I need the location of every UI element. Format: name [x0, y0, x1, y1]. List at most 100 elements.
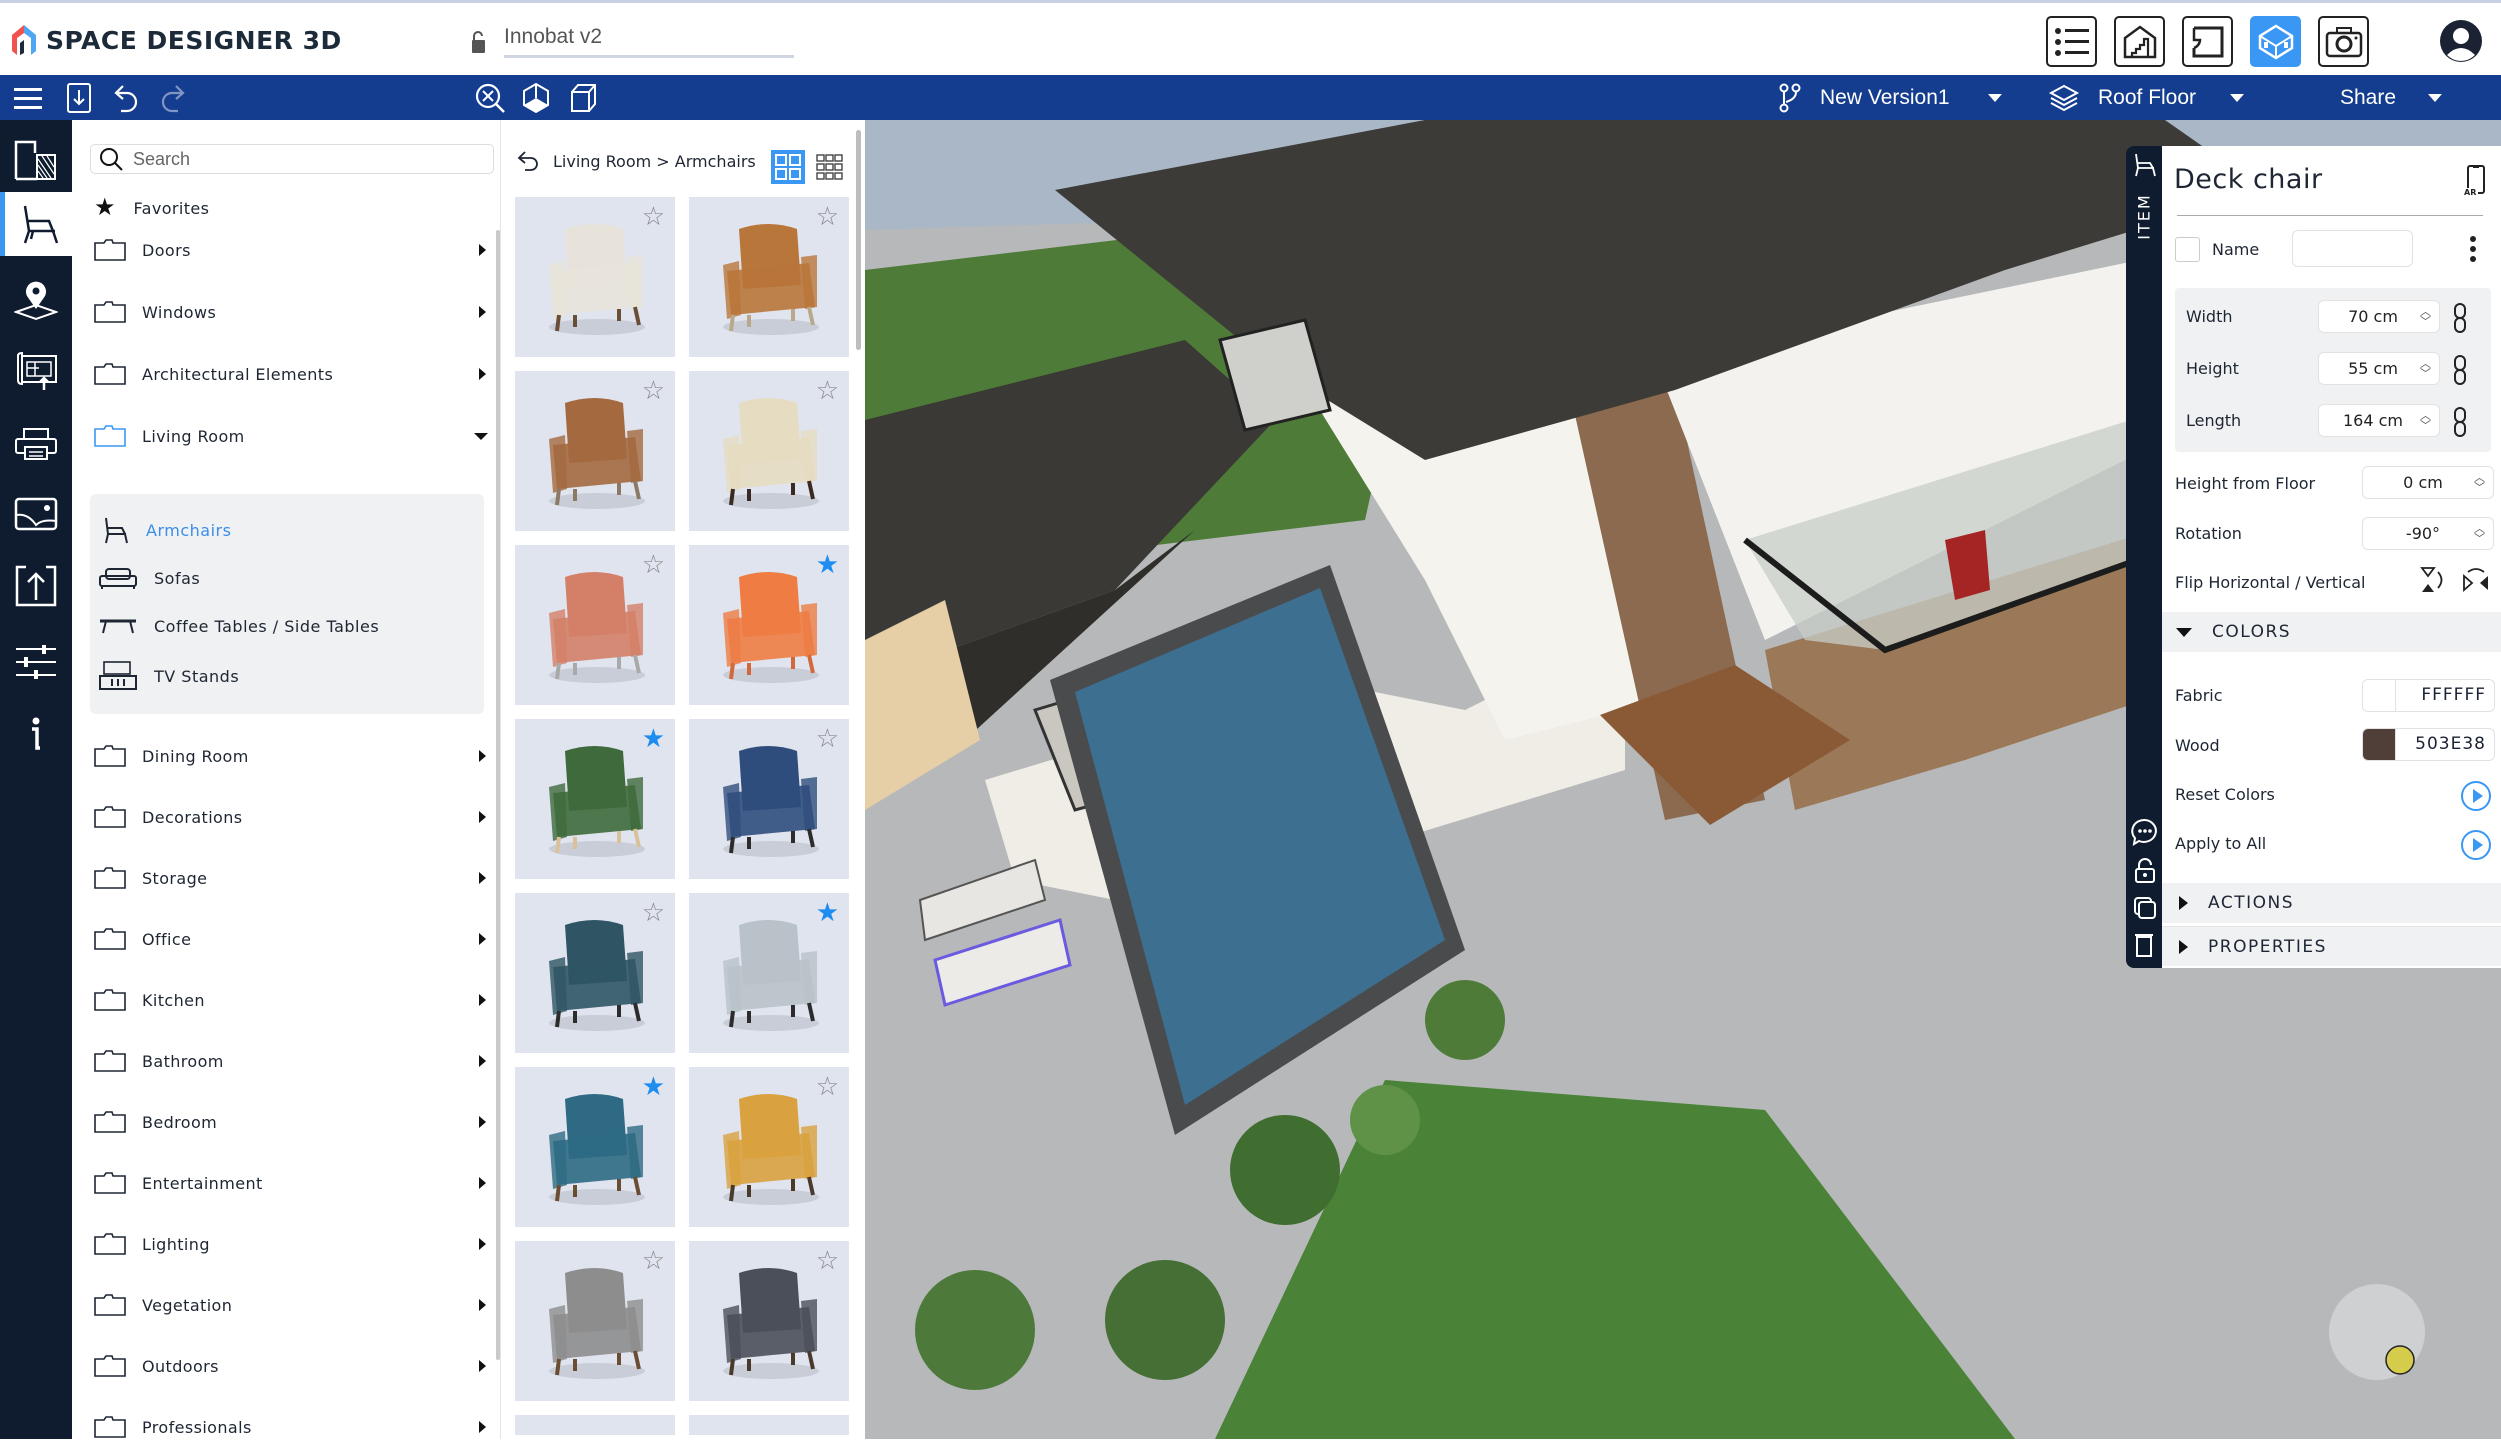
fabric-swatch[interactable]	[2363, 680, 2396, 711]
category-vegetation[interactable]: Vegetation	[94, 1285, 486, 1325]
star-filled-icon[interactable]: ★	[816, 551, 839, 577]
project-name-input[interactable]: Innobat v2	[504, 25, 794, 58]
zoom-fit-button[interactable]	[473, 81, 507, 115]
search-input[interactable]	[133, 148, 473, 170]
3d-view-button[interactable]	[2250, 16, 2301, 67]
elevation-view-button[interactable]	[2114, 16, 2165, 67]
colors-section-toggle[interactable]: COLORS	[2162, 612, 2501, 652]
length-input[interactable]: 164 cm ︿ ﹀	[2318, 404, 2440, 437]
fabric-hex-value[interactable]: FFFFFF	[2396, 680, 2494, 711]
large-grid-toggle[interactable]	[771, 150, 805, 184]
actions-section-toggle[interactable]: ACTIONS	[2162, 883, 2501, 923]
fabric-color-field[interactable]: FFFFFF	[2362, 679, 2495, 712]
rail-item-settings[interactable]	[0, 632, 72, 692]
catalog-item-thumbnail[interactable]: ★	[515, 719, 675, 879]
star-outline-icon[interactable]: ☆	[816, 725, 839, 751]
save-download-button[interactable]	[62, 81, 96, 115]
catalog-item-thumbnail[interactable]: ☆	[689, 197, 849, 357]
link-chain-icon[interactable]	[2452, 406, 2468, 438]
category-architectural-elements[interactable]: Architectural Elements	[94, 354, 486, 394]
category-storage[interactable]: Storage	[94, 858, 486, 898]
share-dropdown[interactable]: Share	[2340, 75, 2443, 120]
wireframe-view-button[interactable]	[566, 81, 600, 115]
spinner-icon[interactable]: ︿ ﹀	[2474, 472, 2485, 493]
more-options-button[interactable]	[2468, 234, 2478, 264]
undo-button[interactable]	[110, 81, 144, 115]
apply-to-all-button[interactable]	[2461, 830, 2491, 860]
grid-scrollbar[interactable]	[856, 130, 861, 350]
category-professionals[interactable]: Professionals	[94, 1407, 486, 1447]
flip-horizontal-icon[interactable]	[2418, 566, 2446, 594]
properties-section-toggle[interactable]: PROPERTIES	[2162, 926, 2501, 966]
category-entertainment[interactable]: Entertainment	[94, 1163, 486, 1203]
category-doors[interactable]: Doors	[94, 230, 486, 270]
ar-phone-icon[interactable]: AR	[2464, 164, 2488, 196]
height-input[interactable]: 55 cm ︿ ﹀	[2318, 352, 2440, 385]
duplicate-icon[interactable]	[2133, 896, 2157, 920]
rail-item-print[interactable]	[0, 414, 72, 474]
spinner-icon[interactable]: ︿ ﹀	[2420, 306, 2431, 327]
link-chain-icon[interactable]	[2452, 354, 2468, 386]
star-outline-icon[interactable]: ☆	[816, 377, 839, 403]
trash-icon[interactable]	[2134, 932, 2154, 958]
wood-color-field[interactable]: 503E38	[2362, 728, 2495, 761]
reset-colors-button[interactable]	[2461, 781, 2491, 811]
rotation-input[interactable]: -90° ︿ ﹀	[2362, 517, 2494, 550]
flip-vertical-icon[interactable]	[2462, 566, 2490, 594]
list-view-button[interactable]	[2046, 16, 2097, 67]
lock-open-icon[interactable]	[2134, 858, 2156, 884]
category-lighting[interactable]: Lighting	[94, 1224, 486, 1264]
comment-icon[interactable]	[2131, 818, 2159, 846]
catalog-item-thumbnail[interactable]: ★	[689, 893, 849, 1053]
catalog-item-thumbnail[interactable]: ★	[689, 545, 849, 705]
joystick-knob[interactable]	[2385, 1345, 2415, 1375]
small-grid-toggle[interactable]	[813, 150, 847, 184]
star-outline-icon[interactable]: ☆	[642, 203, 665, 229]
rail-item-import-plan[interactable]	[0, 342, 72, 402]
rail-item-info[interactable]	[0, 704, 72, 764]
catalog-item-thumbnail[interactable]: ☆	[515, 893, 675, 1053]
category-outdoors[interactable]: Outdoors	[94, 1346, 486, 1386]
subcategory-armchairs[interactable]: Armchairs	[102, 510, 231, 550]
rail-item-walls[interactable]	[0, 130, 72, 190]
favorites-item[interactable]: ★ Favorites	[94, 188, 486, 228]
item-tab[interactable]: ITEM	[2129, 186, 2159, 246]
rail-item-location[interactable]	[0, 270, 72, 330]
lock-open-icon[interactable]	[470, 30, 488, 54]
spinner-icon[interactable]: ︿ ﹀	[2420, 358, 2431, 379]
width-input[interactable]: 70 cm ︿ ﹀	[2318, 300, 2440, 333]
rail-item-export[interactable]	[0, 556, 72, 616]
floor-dropdown[interactable]: Roof Floor	[2048, 75, 2245, 120]
wood-swatch[interactable]	[2363, 729, 2396, 760]
spinner-icon[interactable]: ︿ ﹀	[2474, 523, 2485, 544]
category-office[interactable]: Office	[94, 919, 486, 959]
height-from-floor-input[interactable]: 0 cm ︿ ﹀	[2362, 466, 2494, 499]
catalog-item-thumbnail[interactable]: ☆	[689, 1241, 849, 1401]
star-outline-icon[interactable]: ☆	[642, 1247, 665, 1273]
star-outline-icon[interactable]: ☆	[816, 203, 839, 229]
category-bathroom[interactable]: Bathroom	[94, 1041, 486, 1081]
star-outline-icon[interactable]: ☆	[642, 377, 665, 403]
subcategory-coffee-tables[interactable]: Coffee Tables / Side Tables	[98, 606, 379, 646]
catalog-item-thumbnail[interactable]: ☆	[515, 371, 675, 531]
catalog-item-thumbnail[interactable]: ★	[515, 1067, 675, 1227]
catalog-item-thumbnail[interactable]: ☆	[515, 1241, 675, 1401]
catalog-item-thumbnail[interactable]: ☆	[689, 1067, 849, 1227]
subcategory-tv-stands[interactable]: TV Stands	[98, 656, 239, 696]
category-bedroom[interactable]: Bedroom	[94, 1102, 486, 1142]
category-dining-room[interactable]: Dining Room	[94, 736, 486, 776]
category-decorations[interactable]: Decorations	[94, 797, 486, 837]
wood-hex-value[interactable]: 503E38	[2396, 729, 2494, 760]
redo-button[interactable]	[155, 81, 189, 115]
catalog-search-field[interactable]	[90, 144, 494, 174]
menu-button[interactable]	[11, 81, 45, 115]
user-avatar-icon[interactable]	[2439, 19, 2483, 63]
star-filled-icon[interactable]: ★	[642, 725, 665, 751]
name-input[interactable]	[2292, 230, 2413, 267]
catalog-item-thumbnail[interactable]	[689, 1415, 849, 1435]
name-checkbox[interactable]	[2175, 237, 2200, 262]
catalog-item-thumbnail[interactable]: ☆	[515, 197, 675, 357]
star-outline-icon[interactable]: ☆	[642, 899, 665, 925]
star-outline-icon[interactable]: ☆	[816, 1073, 839, 1099]
solid-view-button[interactable]	[519, 81, 553, 115]
